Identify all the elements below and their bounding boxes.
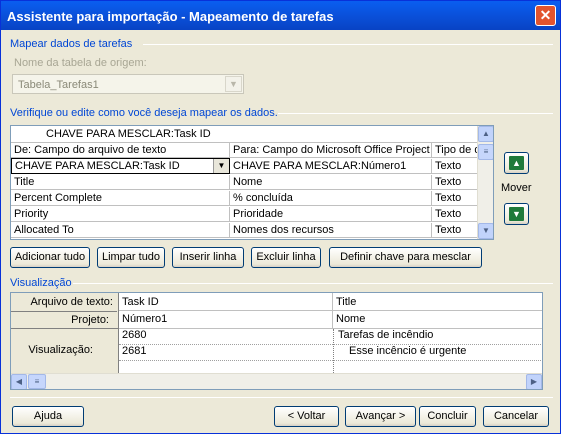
preview-col1-project: Número1 (122, 313, 168, 325)
grid-cell[interactable]: Nomes dos recursos (230, 223, 432, 238)
set-merge-key-button[interactable]: Definir chave para mesclar (329, 247, 482, 268)
grid-cell[interactable]: Percent Complete (11, 191, 230, 206)
grid-cell[interactable]: Prioridade (230, 207, 432, 222)
next-button[interactable]: Avançar > (345, 406, 416, 427)
grid-cell[interactable]: % concluída (230, 191, 432, 206)
section-title-preview: Visualização (10, 277, 72, 289)
divider (119, 360, 542, 361)
scroll-left-icon[interactable]: ◀ (11, 374, 27, 389)
grid-vertical-scrollbar[interactable]: ▲ ≡ ▼ (477, 126, 493, 239)
move-up-button[interactable]: ▲ (504, 152, 529, 174)
add-all-button[interactable]: Adicionar tudo (10, 247, 90, 268)
preview-row-label-preview: Visualização: (28, 344, 93, 356)
grid-cell[interactable]: Title (11, 175, 230, 190)
grid-header-to: Para: Campo do Microsoft Office Project (230, 143, 432, 158)
preview-row-label-text-file: Arquivo de texto: (30, 296, 113, 308)
help-button[interactable]: Ajuda (12, 406, 84, 427)
scroll-right-icon[interactable]: ▶ (526, 374, 542, 389)
source-table-value: Tabela_Tarefas1 (18, 79, 99, 91)
grid-cell[interactable]: Texto (432, 207, 478, 222)
preview-cell: Esse incêncio é urgente (349, 345, 467, 357)
grid-cell[interactable]: Allocated To (11, 223, 230, 238)
preview-col1-text-file: Task ID (122, 296, 159, 308)
preview-cell: Tarefas de incêndio (338, 329, 434, 341)
divider (73, 283, 553, 284)
preview-col2-project: Nome (336, 313, 366, 325)
grid-cell[interactable]: Nome (230, 175, 432, 190)
grid-cell[interactable]: CHAVE PARA MESCLAR:Número1 (230, 159, 432, 174)
grid-edit-row[interactable]: CHAVE PARA MESCLAR:Task ID (11, 126, 478, 143)
grid-cell-from-combo[interactable]: CHAVE PARA MESCLAR:Task ID ▼ (11, 158, 230, 174)
move-down-button[interactable]: ▼ (504, 203, 529, 225)
arrow-up-icon: ▲ (509, 156, 524, 170)
source-table-combo: Tabela_Tarefas1 ▼ (12, 74, 244, 94)
back-button[interactable]: < Voltar (274, 406, 339, 427)
title-bar[interactable]: Assistente para importação - Mapeamento … (1, 1, 560, 30)
preview-horizontal-scrollbar[interactable]: ◀ ≡ ▶ (11, 373, 542, 389)
chevron-down-icon: ▼ (225, 76, 242, 92)
divider (10, 397, 553, 398)
grid-cell[interactable]: Texto (432, 175, 478, 190)
verify-label: Verifique ou edite como você deseja mape… (10, 107, 278, 119)
arrow-down-icon: ▼ (509, 207, 524, 221)
scroll-down-icon[interactable]: ▼ (478, 223, 493, 239)
preview-table[interactable]: Arquivo de texto: Projeto: Visualização:… (10, 292, 543, 390)
preview-cell: 2680 (122, 329, 147, 341)
insert-row-button[interactable]: Inserir linha (172, 247, 244, 268)
grid-cell-from-value: CHAVE PARA MESCLAR:Task ID (15, 160, 180, 172)
preview-cell: 2681 (122, 345, 147, 357)
chevron-down-icon[interactable]: ▼ (213, 159, 229, 173)
move-label: Mover (501, 182, 532, 194)
source-table-label: Nome da tabela de origem: (14, 57, 147, 69)
cancel-button[interactable]: Cancelar (483, 406, 549, 427)
divider (143, 44, 553, 45)
mapping-grid[interactable]: CHAVE PARA MESCLAR:Task ID De: Campo do … (10, 125, 494, 240)
delete-row-button[interactable]: Excluir linha (251, 247, 321, 268)
preview-col2-text-file: Title (336, 296, 357, 308)
close-icon[interactable]: ✕ (535, 5, 556, 26)
scroll-thumb[interactable]: ≡ (28, 374, 46, 389)
scroll-thumb[interactable]: ≡ (478, 144, 493, 160)
divider (278, 113, 553, 114)
grid-cell[interactable]: Texto (432, 223, 478, 238)
grid-header-type: Tipo de d (432, 143, 478, 158)
scroll-up-icon[interactable]: ▲ (478, 126, 493, 142)
finish-button[interactable]: Concluir (419, 406, 476, 427)
clear-all-button[interactable]: Limpar tudo (97, 247, 165, 268)
grid-cell[interactable]: Texto (432, 159, 478, 174)
grid-cell[interactable]: Priority (11, 207, 230, 222)
section-title-map: Mapear dados de tarefas (10, 38, 133, 50)
window-title: Assistente para importação - Mapeamento … (7, 9, 334, 24)
preview-row-label-project: Projeto: (11, 311, 117, 327)
grid-header-from: De: Campo do arquivo de texto (11, 143, 230, 158)
import-wizard-window: Assistente para importação - Mapeamento … (0, 0, 561, 434)
grid-cell[interactable]: Texto (432, 191, 478, 206)
